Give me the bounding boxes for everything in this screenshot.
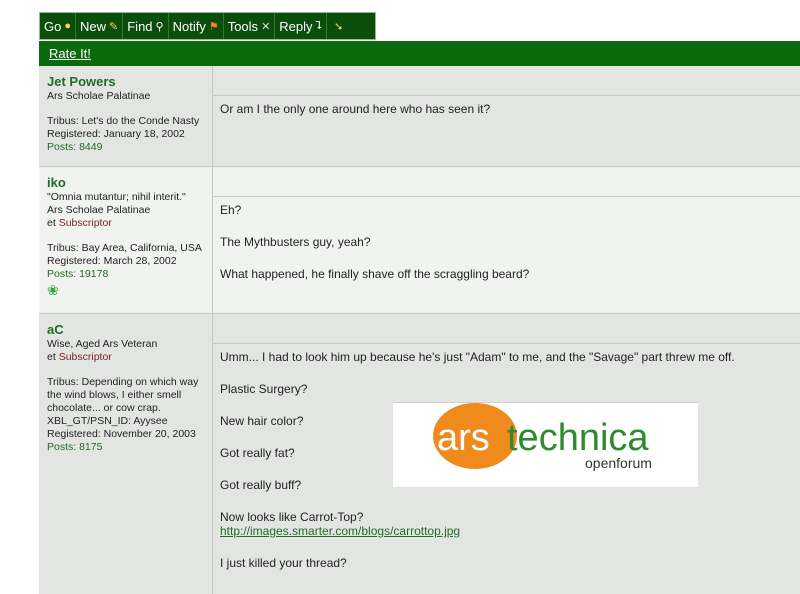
- notify-button[interactable]: Notify ⚑: [169, 13, 224, 39]
- user-registered: Registered: March 28, 2002: [47, 255, 177, 267]
- user-post-count: Posts: 8449: [47, 141, 103, 153]
- post-header: [213, 314, 800, 344]
- forum-toolbar: Go ● New ✎ Find ⚲ Notify ⚑ Tools ✕ Reply ⮧ ➘: [39, 12, 376, 40]
- logo-ars-text: ars: [437, 417, 490, 459]
- user-post-count: Posts: 8175: [47, 441, 103, 453]
- post-text-with-link: Now looks like Carrot-Top? http://images…: [220, 510, 461, 538]
- new-button[interactable]: New ✎: [76, 13, 124, 39]
- pencil-icon: ✎: [109, 20, 119, 33]
- find-button[interactable]: Find ⚲: [123, 13, 169, 39]
- post-body: Eh? The Mythbusters guy, yeah? What happ…: [213, 167, 800, 313]
- post-author: iko "Omnia mutantur; nihil interit." Ars…: [39, 167, 213, 313]
- post-text: Eh?: [220, 203, 242, 217]
- post-text: The Mythbusters guy, yeah?: [220, 235, 371, 249]
- user-tribus: Tribus: Let's do the Conde Nasty: [47, 115, 200, 127]
- user-tribus: Tribus: Depending on which way the wind …: [47, 376, 199, 427]
- user-tribus: Tribus: Bay Area, California, USA: [47, 242, 202, 254]
- ars-technica-logo-svg: ars technica openforum: [433, 403, 652, 471]
- post-content: Or am I the only one around here who has…: [213, 96, 800, 140]
- reply-button[interactable]: Reply ⮧: [275, 13, 328, 39]
- post-header: [213, 66, 800, 96]
- username[interactable]: iko: [47, 175, 206, 191]
- post: iko "Omnia mutantur; nihil interit." Ars…: [39, 167, 800, 314]
- user-subscriber: et Subscriptor: [47, 217, 112, 229]
- carrottop-link[interactable]: http://images.smarter.com/blogs/carrotto…: [220, 524, 460, 538]
- reply-arrow-icon: ⮧: [315, 19, 323, 32]
- user-title: Wise, Aged Ars Veteran: [47, 338, 158, 350]
- tools-button[interactable]: Tools ✕: [224, 13, 276, 39]
- logo-openforum-text: openforum: [585, 455, 652, 471]
- globe-icon: ●: [64, 20, 71, 32]
- username[interactable]: Jet Powers: [47, 74, 206, 90]
- user-registered: Registered: November 20, 2003: [47, 428, 196, 440]
- user-registered: Registered: January 18, 2002: [47, 128, 185, 140]
- post-header: [213, 167, 800, 197]
- rate-it-link[interactable]: Rate It!: [49, 46, 91, 61]
- more-button[interactable]: ➘: [327, 13, 347, 39]
- post-body: Or am I the only one around here who has…: [213, 66, 800, 166]
- post-text: Or am I the only one around here who has…: [220, 102, 491, 116]
- ars-technica-logo: ars technica openforum: [393, 402, 698, 487]
- flag-icon: ⚑: [208, 20, 219, 33]
- down-arrow-icon: ➘: [334, 20, 344, 33]
- post-author: Jet Powers Ars Scholae Palatinae Tribus:…: [39, 66, 213, 166]
- post-text: Umm... I had to look him up because he's…: [220, 350, 735, 364]
- wrench-icon: ✕: [261, 20, 271, 33]
- user-post-count: Posts: 19178: [47, 268, 109, 280]
- go-button[interactable]: Go ●: [40, 13, 76, 39]
- flower-icon: ❀: [47, 282, 59, 298]
- user-subscriber: et Subscriptor: [47, 351, 112, 363]
- post-text: Plastic Surgery?: [220, 382, 308, 396]
- post-author: aC Wise, Aged Ars Veteran et Subscriptor…: [39, 314, 213, 594]
- post-text: I just killed your thread?: [220, 556, 347, 570]
- post-text: What happened, he finally shave off the …: [220, 267, 530, 281]
- magnifier-icon: ⚲: [155, 20, 164, 33]
- post-content: Eh? The Mythbusters guy, yeah? What happ…: [213, 197, 800, 305]
- post: Jet Powers Ars Scholae Palatinae Tribus:…: [39, 66, 800, 167]
- username[interactable]: aC: [47, 322, 206, 338]
- thread: Jet Powers Ars Scholae Palatinae Tribus:…: [39, 66, 800, 594]
- logo-technica-text: technica: [507, 417, 649, 459]
- user-title: Ars Scholae Palatinae: [47, 90, 151, 102]
- user-motto: "Omnia mutantur; nihil interit.": [47, 191, 186, 203]
- user-title: Ars Scholae Palatinae: [47, 204, 151, 216]
- rate-bar: Rate It!: [39, 41, 800, 66]
